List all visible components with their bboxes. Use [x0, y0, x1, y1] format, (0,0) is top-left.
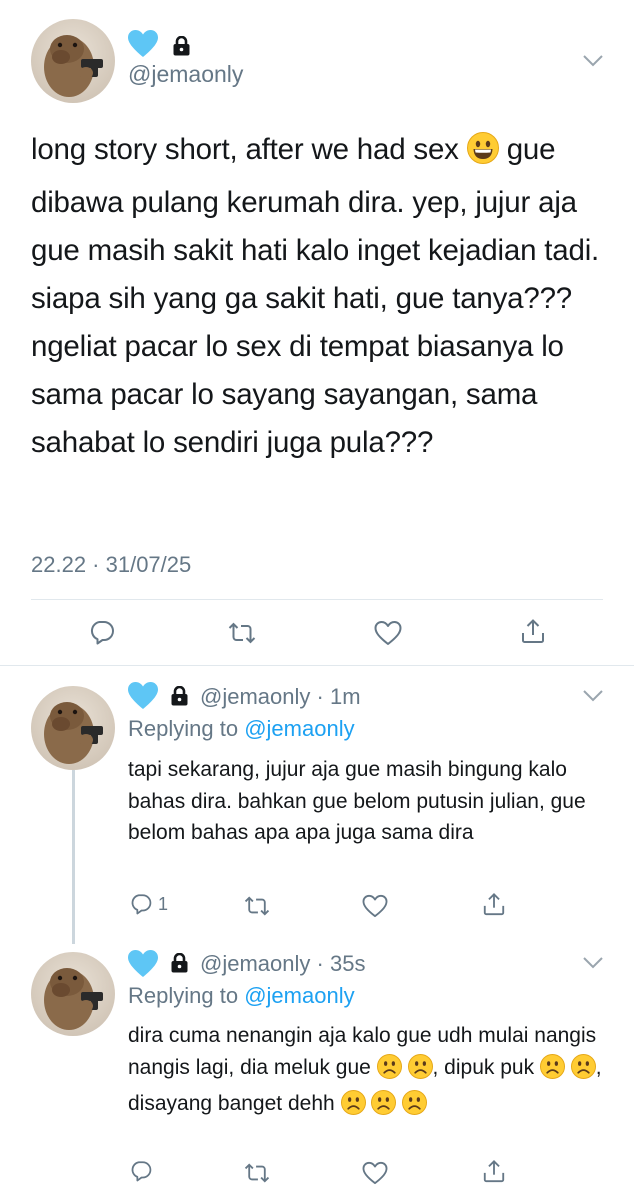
frowning-face-emoji	[407, 1053, 433, 1089]
like-icon	[362, 1161, 388, 1185]
like-icon	[362, 894, 388, 918]
retweet-icon	[228, 622, 256, 644]
tweet-timestamp[interactable]: 22.22 · 31/07/25	[31, 552, 191, 578]
retweet-icon	[244, 1163, 270, 1183]
frowning-face-emoji	[340, 1090, 366, 1125]
separator-dot: ·	[316, 684, 324, 709]
chevron-down-icon[interactable]	[582, 956, 604, 970]
thread-line	[72, 770, 75, 944]
retweet-button[interactable]	[228, 621, 256, 645]
reply-count: 1	[158, 893, 169, 914]
reply-time[interactable]: 1m	[330, 684, 361, 709]
replying-to-link[interactable]: @jemaonly	[244, 716, 354, 741]
divider	[0, 665, 634, 666]
grinning-face-emoji	[466, 131, 499, 179]
chevron-down-icon[interactable]	[582, 689, 604, 703]
lock-icon	[171, 685, 188, 706]
reply-button[interactable]: 1	[130, 893, 168, 915]
reply-time[interactable]: 35s	[330, 951, 365, 976]
share-icon	[483, 1160, 505, 1183]
light-blue-heart-icon	[128, 682, 158, 710]
replying-to: Replying to @jemaonly	[128, 983, 355, 1009]
like-icon	[374, 621, 402, 645]
reply-icon	[131, 894, 152, 915]
replying-to: Replying to @jemaonly	[128, 716, 355, 742]
retweet-button[interactable]	[244, 1162, 270, 1184]
like-button[interactable]	[374, 620, 402, 646]
reply-button[interactable]	[89, 619, 115, 645]
share-icon	[522, 619, 544, 643]
frowning-face-emoji	[539, 1053, 565, 1089]
share-icon	[483, 893, 505, 916]
avatar[interactable]	[31, 686, 115, 770]
lock-icon	[173, 35, 190, 56]
share-button[interactable]	[520, 618, 546, 644]
share-button[interactable]	[482, 1159, 506, 1183]
chevron-down-icon[interactable]	[582, 54, 604, 68]
reply-text: tapi sekarang, jujur aja gue masih bingu…	[128, 758, 586, 844]
reply-header: @jemaonly · 35s	[200, 951, 365, 977]
retweet-button[interactable]	[244, 895, 270, 917]
light-blue-heart-icon	[128, 950, 158, 978]
replying-to-link[interactable]: @jemaonly	[244, 983, 354, 1008]
separator-dot: ·	[316, 951, 324, 976]
frowning-face-emoji	[402, 1090, 428, 1125]
reply-icon	[91, 621, 114, 645]
lock-icon	[171, 952, 188, 973]
replying-prefix: Replying to	[128, 716, 239, 741]
like-button[interactable]	[362, 894, 388, 918]
reply-header: @jemaonly · 1m	[200, 684, 361, 710]
light-blue-heart-icon	[128, 30, 158, 58]
avatar[interactable]	[31, 952, 115, 1036]
frowning-face-emoji	[376, 1053, 402, 1089]
replying-prefix: Replying to	[128, 983, 239, 1008]
tweet-text-part: long story short, after we had sex	[31, 133, 467, 166]
reply-handle[interactable]: @jemaonly	[200, 951, 310, 976]
tweet-text: long story short, after we had sex gue d…	[31, 126, 611, 467]
reply-text: dira cuma nenangin aja kalo gue udh mula…	[128, 1020, 608, 1125]
frowning-face-emoji	[570, 1053, 596, 1089]
reply-button[interactable]	[130, 1160, 158, 1182]
divider	[31, 599, 603, 600]
reply-icon	[131, 1161, 152, 1182]
reply-text-part: , dipuk puk	[432, 1055, 540, 1079]
reply-handle[interactable]: @jemaonly	[200, 684, 310, 709]
share-button[interactable]	[482, 892, 506, 916]
tweet-text-part: gue dibawa pulang kerumah dira. yep, juj…	[31, 133, 600, 459]
like-button[interactable]	[362, 1161, 388, 1185]
frowning-face-emoji	[371, 1090, 397, 1125]
retweet-icon	[244, 896, 270, 916]
avatar[interactable]	[31, 19, 115, 103]
author-handle[interactable]: @jemaonly	[128, 61, 243, 88]
